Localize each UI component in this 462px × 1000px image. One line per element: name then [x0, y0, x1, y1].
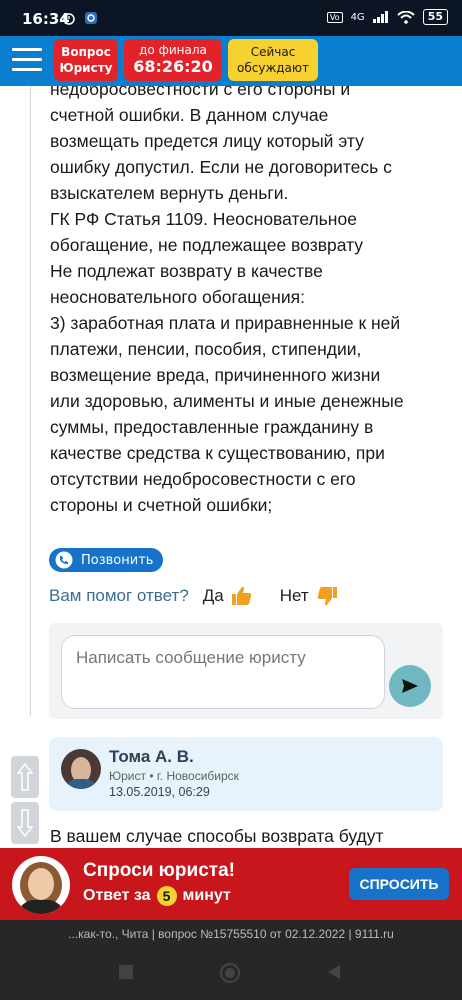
scroll-down-button[interactable]: [11, 802, 39, 844]
message-placeholder: Написать сообщение юристу: [76, 648, 306, 667]
phone-icon: [55, 551, 73, 569]
lawyer-avatar[interactable]: [61, 749, 101, 789]
answer-text: недобросовестности с его стороны и счетн…: [50, 86, 404, 515]
final-timer[interactable]: до финала 68:26:20: [124, 39, 222, 81]
network-label: 4G: [350, 11, 365, 23]
lawyer-city: г. Новосибирск: [156, 769, 239, 783]
arrow-up-icon: [16, 762, 34, 791]
timer-label: до финала: [139, 43, 207, 57]
volte-icon: Vo: [326, 11, 343, 23]
promo-ask-button[interactable]: СПРОСИТЬ: [349, 868, 449, 900]
answer-date: 13.05.2019, 06:29: [109, 785, 210, 799]
message-input[interactable]: Написать сообщение юристу: [61, 635, 385, 709]
promo-title: Спроси юриста!: [83, 860, 235, 881]
menu-icon[interactable]: [12, 48, 42, 72]
thread-line: [30, 86, 31, 716]
wifi-icon: [397, 10, 415, 24]
helpful-rating: Вам помог ответ? Да Нет: [49, 584, 357, 608]
promo-subtitle-post: минут: [182, 887, 231, 904]
battery-icon: 55: [422, 9, 448, 25]
arrow-down-icon: [16, 809, 34, 838]
message-composer: Написать сообщение юристу: [49, 623, 443, 719]
promo-avatar: [12, 856, 70, 914]
timer-value: 68:26:20: [133, 57, 213, 76]
answer-thread: недобросовестности с его стороны и счетн…: [0, 86, 462, 850]
nav-recents-icon[interactable]: [118, 964, 134, 980]
nav-back-icon[interactable]: [326, 964, 342, 980]
next-answer-preview: В вашем случае способы возврата будут: [50, 826, 384, 846]
ask-lawyer-banner[interactable]: Спроси юриста! Ответ за 5 минут СПРОСИТЬ: [0, 848, 462, 920]
send-icon: [402, 679, 418, 693]
ask-lawyer-button[interactable]: Вопрос Юристу: [54, 39, 118, 81]
lawyer-name[interactable]: Тома А. В.: [109, 747, 194, 767]
scroll-up-button[interactable]: [11, 756, 39, 798]
lawyer-role: Юрист: [109, 769, 146, 783]
lawyer-card[interactable]: Тома А. В. Юрист • г. Новосибирск 13.05.…: [49, 737, 443, 811]
call-button[interactable]: Позвонить: [49, 548, 163, 572]
settings-icon: [85, 12, 97, 24]
now-discussing-button[interactable]: Сейчас обсуждают: [228, 39, 318, 81]
send-button[interactable]: [389, 665, 431, 707]
call-button-label: Позвонить: [81, 552, 154, 568]
promo-subtitle: Ответ за 5 минут: [83, 886, 231, 906]
promo-subtitle-pre: Ответ за: [83, 887, 151, 904]
helpful-question: Вам помог ответ?: [49, 586, 189, 605]
helpful-no-label[interactable]: Нет: [280, 586, 309, 606]
app-header: Вопрос Юристу до финала 68:26:20 Сейчас …: [0, 36, 462, 86]
page-footer: ...как-то., Чита | вопрос №15755510 от 0…: [0, 920, 462, 948]
separator-dot: •: [149, 769, 157, 783]
promo-minutes-badge: 5: [156, 886, 177, 906]
lawyer-meta: Юрист • г. Новосибирск: [109, 769, 239, 783]
alarm-icon: [63, 13, 75, 25]
signal-icon: [372, 11, 388, 23]
nav-home-icon[interactable]: [219, 962, 241, 984]
status-bar: 16:34 Vo 4G 55: [0, 0, 462, 36]
system-nav-bar: [0, 948, 462, 1000]
thumbs-down-icon[interactable]: [315, 584, 339, 608]
status-right: Vo 4G 55: [326, 9, 448, 25]
helpful-yes-label[interactable]: Да: [203, 586, 224, 606]
thumbs-up-icon[interactable]: [230, 584, 254, 608]
